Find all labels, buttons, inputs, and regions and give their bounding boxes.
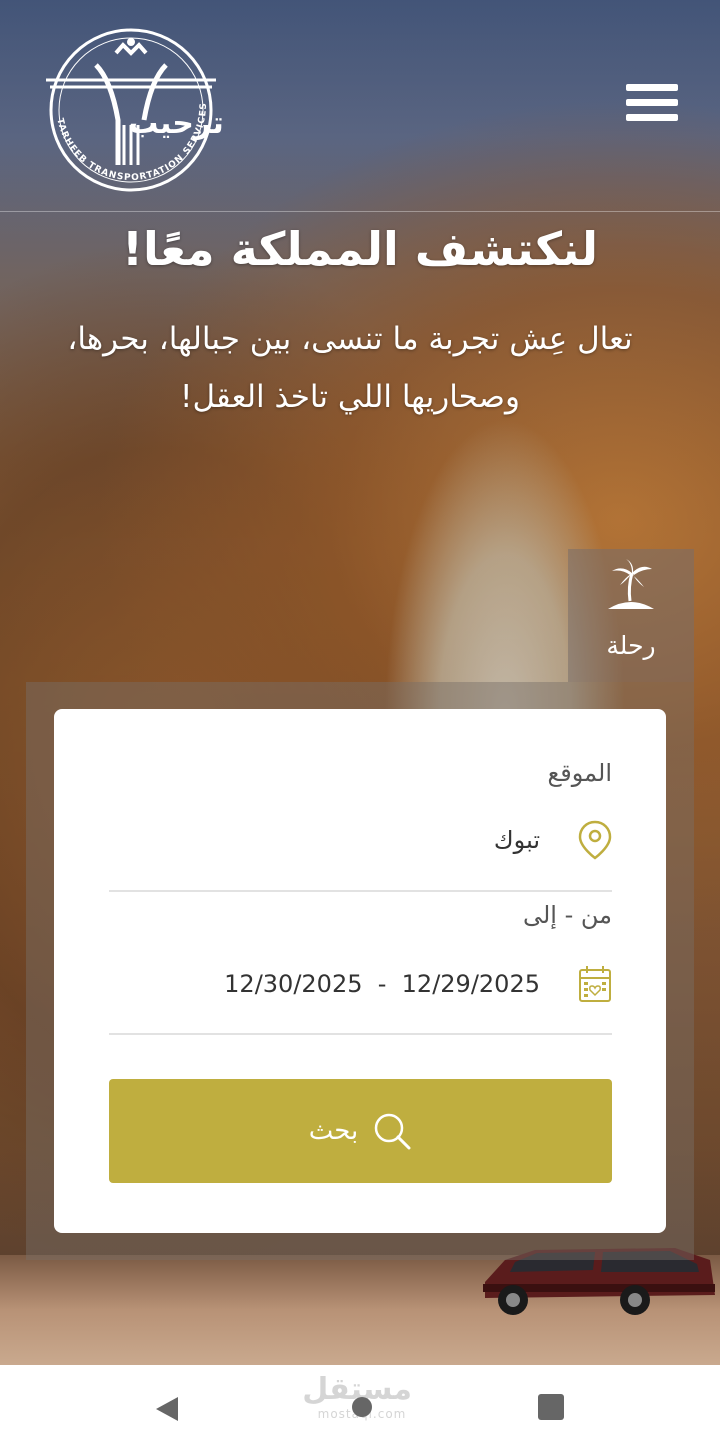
tab-trip-label: رحلة	[606, 631, 656, 660]
android-nav-bar: مستقل mostaql.com	[0, 1365, 720, 1449]
date-divider	[109, 1033, 612, 1035]
calendar-icon	[579, 966, 611, 1002]
location-field[interactable]: تبوك	[109, 810, 612, 870]
menu-line-icon	[626, 114, 678, 121]
tab-trip[interactable]: رحلة	[568, 549, 694, 682]
search-button[interactable]: بحث	[109, 1079, 612, 1183]
hero-subline-1: تعال عِش تجربة ما تنسى، بين جبالها، بحره…	[67, 321, 633, 357]
location-label: الموقع	[547, 759, 613, 787]
search-card: الموقع تبوك من - إلى 12/30/2025 - 12/29/…	[54, 709, 666, 1233]
hero-subline: تعال عِش تجربة ما تنسى، بين جبالها، بحره…	[40, 310, 660, 426]
dates-label: من - إلى	[522, 901, 612, 929]
search-button-label: بحث	[308, 1116, 359, 1146]
menu-line-icon	[626, 84, 678, 91]
location-value: تبوك	[493, 826, 540, 854]
header-divider	[0, 211, 720, 212]
hero-subline-2: وصحاريها اللي تاخذ العقل!	[180, 379, 520, 415]
hamburger-menu-button[interactable]	[626, 84, 678, 126]
date-range-value: 12/30/2025 - 12/29/2025	[224, 970, 540, 998]
date-range-field[interactable]: 12/30/2025 - 12/29/2025	[109, 954, 612, 1014]
location-divider	[109, 890, 612, 892]
home-circle-icon[interactable]	[352, 1397, 372, 1417]
svg-text:ترحيب: ترحيب	[128, 106, 224, 141]
recent-square-icon[interactable]	[538, 1394, 564, 1420]
back-triangle-icon[interactable]	[154, 1395, 180, 1423]
tarheeb-logo: ترحيب TARHEEB TRANSPORTATION SERVICES	[46, 28, 224, 192]
map-pin-icon	[578, 820, 612, 860]
menu-line-icon	[626, 99, 678, 106]
hero-headline: لنكتشف المملكة معًا!	[121, 222, 599, 276]
search-icon	[375, 1113, 411, 1150]
palm-island-icon	[608, 559, 654, 609]
